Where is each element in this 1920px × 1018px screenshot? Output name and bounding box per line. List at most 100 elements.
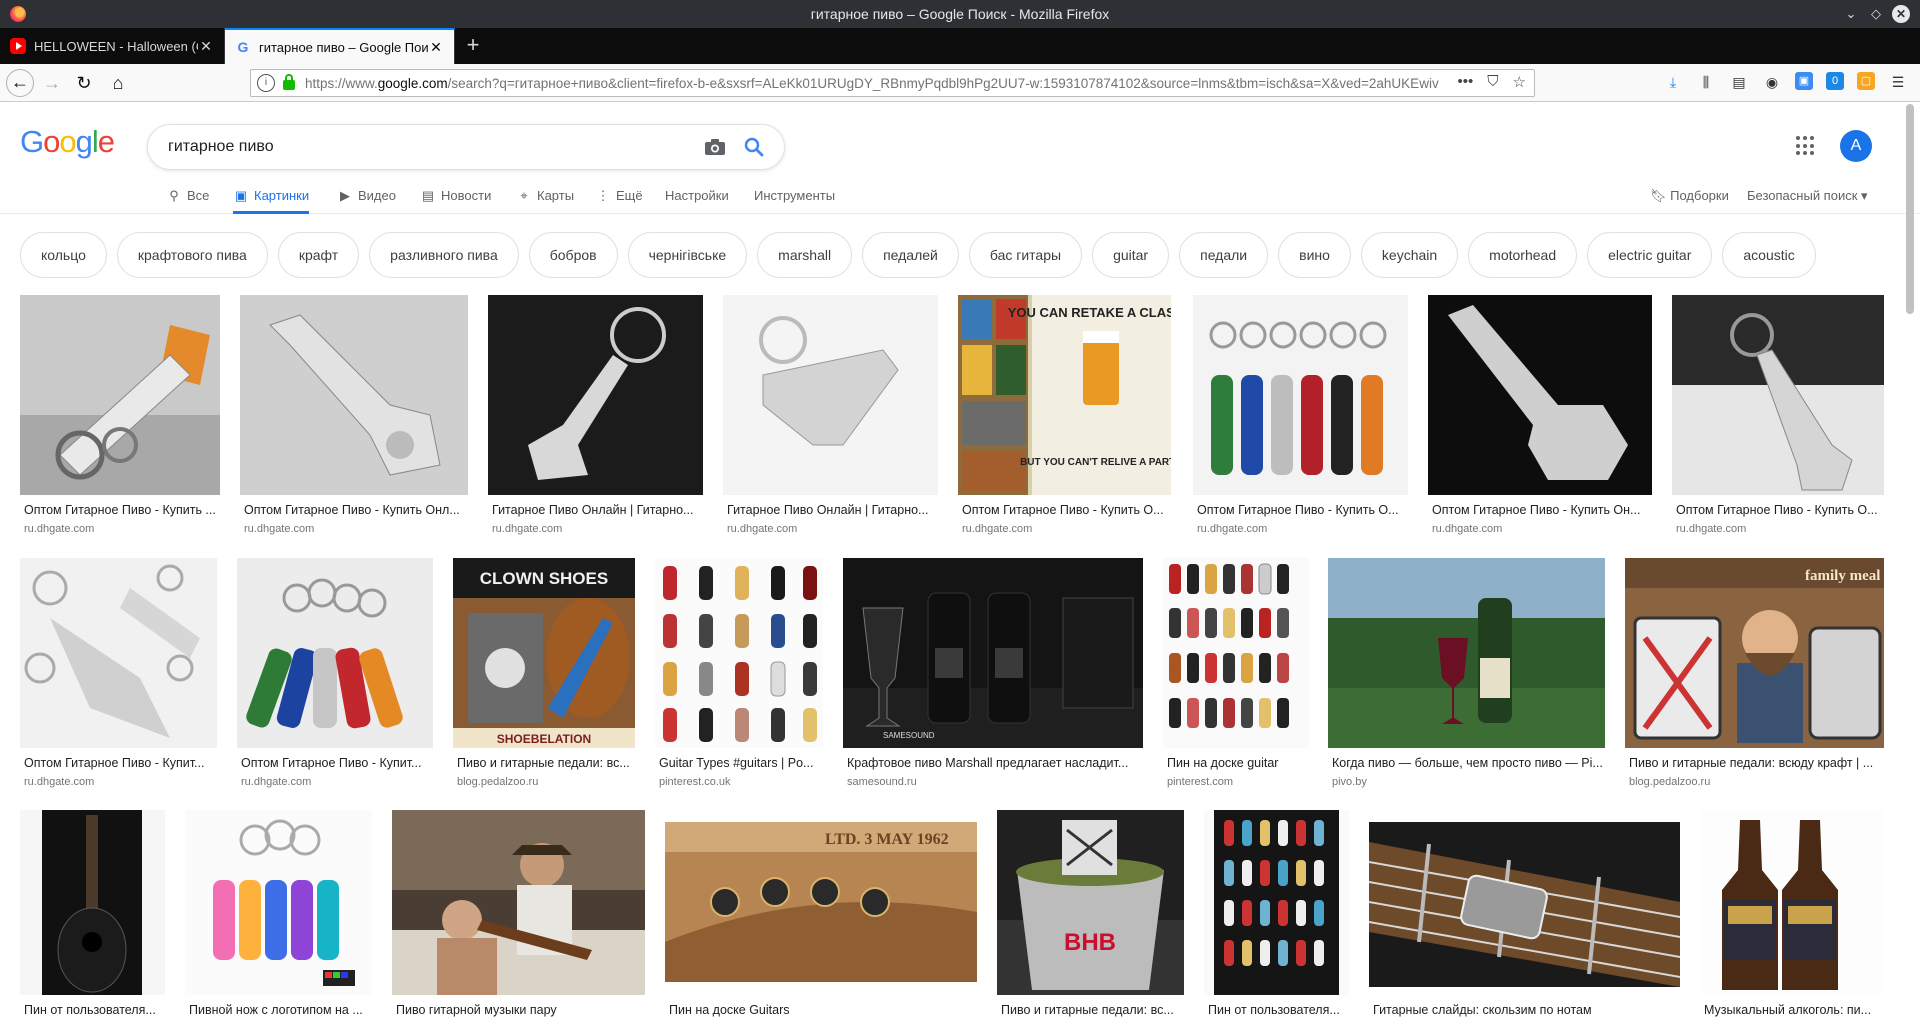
tab-all[interactable]: ⚲ Все: [166, 178, 209, 214]
chip[interactable]: чернігівське: [627, 232, 748, 278]
result-caption: Гитарные слайды: скользим по нотам: [1373, 1003, 1592, 1017]
bookmark-star-icon[interactable]: ☆: [1513, 73, 1526, 91]
search-tabs: ⚲ Все ▣ Картинки ▶ Видео ▤ Новости ⌖ Карты ⋮ Е…: [0, 178, 1920, 214]
extension-blue-icon[interactable]: ▣: [1795, 72, 1813, 90]
close-window-icon[interactable]: ✕: [1892, 5, 1910, 23]
result-thumbnail[interactable]: [1672, 295, 1884, 495]
result-thumbnail[interactable]: LTD. 3 MAY 1962: [665, 822, 977, 982]
chip[interactable]: electric guitar: [1587, 232, 1713, 278]
result-thumbnail[interactable]: [20, 295, 220, 495]
tab-label: гитарное пиво – Google Поиск: [259, 39, 428, 55]
result-thumbnail[interactable]: [1193, 295, 1408, 495]
chip[interactable]: крафт: [277, 232, 360, 278]
result-thumbnail[interactable]: BHB: [997, 810, 1184, 995]
chip[interactable]: marshall: [757, 232, 853, 278]
result-caption: Оптом Гитарное Пиво - Купит...: [241, 756, 422, 770]
result-thumbnail[interactable]: [488, 295, 703, 495]
result-thumbnail[interactable]: SAMESOUND: [843, 558, 1143, 748]
page-scrollbar[interactable]: [1906, 104, 1914, 314]
chip[interactable]: педали: [1179, 232, 1269, 278]
new-tab-button[interactable]: +: [455, 28, 491, 64]
window-title: гитарное пиво – Google Поиск - Mozilla F…: [810, 6, 1110, 22]
chip[interactable]: бас гитары: [968, 232, 1083, 278]
google-apps-icon[interactable]: [1796, 136, 1816, 156]
chip[interactable]: motorhead: [1468, 232, 1578, 278]
avatar[interactable]: A: [1840, 130, 1872, 162]
safesearch-dropdown[interactable]: Безопасный поиск ▾: [1747, 182, 1868, 210]
result-thumbnail[interactable]: [1328, 558, 1605, 748]
url-text[interactable]: https://www.google.com/search?q=гитарное…: [305, 76, 1455, 91]
result-thumbnail[interactable]: [1163, 558, 1309, 748]
tab-more[interactable]: ⋮ Ещё: [595, 178, 643, 214]
home-button[interactable]: ⌂: [104, 69, 132, 97]
collections-link[interactable]: 🔖︎ Подборки: [1650, 182, 1729, 210]
chip[interactable]: педалей: [862, 232, 959, 278]
result-source: ru.dhgate.com: [24, 523, 95, 535]
pocket-icon[interactable]: ⛉: [1487, 73, 1498, 91]
extension-badge-icon[interactable]: 0: [1826, 72, 1844, 90]
tab-google-search[interactable]: G гитарное пиво – Google Поиск ✕: [225, 28, 455, 64]
library-icon[interactable]: ⫼: [1696, 72, 1716, 92]
minimize-icon[interactable]: ⌄: [1841, 4, 1861, 24]
reload-button[interactable]: ↻: [70, 69, 98, 97]
site-info-icon[interactable]: i: [257, 74, 275, 92]
result-source: pivo.by: [1332, 776, 1367, 788]
result-source: ru.dhgate.com: [727, 523, 798, 535]
tab-news[interactable]: ▤ Новости: [420, 178, 491, 214]
chip[interactable]: acoustic: [1722, 232, 1816, 278]
chip[interactable]: keychain: [1360, 232, 1459, 278]
close-tab-icon[interactable]: ✕: [198, 38, 214, 55]
result-caption: Пин от пользователя...: [1208, 1003, 1340, 1017]
result-thumbnail[interactable]: [1369, 822, 1680, 987]
tab-video[interactable]: ▶ Видео: [337, 178, 396, 214]
tab-maps[interactable]: ⌖ Карты: [516, 178, 574, 214]
chip[interactable]: guitar: [1092, 232, 1170, 278]
account-icon[interactable]: ◉: [1762, 72, 1782, 92]
sidebar-icon[interactable]: ▤: [1729, 72, 1749, 92]
menu-hamburger-icon[interactable]: ☰: [1888, 72, 1908, 92]
result-thumbnail[interactable]: [185, 810, 372, 995]
forward-button[interactable]: →: [38, 69, 66, 97]
result-thumbnail[interactable]: [237, 558, 433, 748]
chip[interactable]: вино: [1278, 232, 1351, 278]
chip[interactable]: кольцо: [20, 232, 107, 278]
tab-images[interactable]: ▣ Картинки: [233, 178, 310, 214]
search-box[interactable]: гитарное пиво: [147, 124, 785, 170]
video-icon: ▶: [340, 188, 350, 203]
google-logo[interactable]: Google: [20, 124, 115, 160]
downloads-icon[interactable]: ⤓: [1663, 72, 1683, 92]
result-thumbnail[interactable]: [20, 558, 217, 748]
restore-icon[interactable]: ◇: [1866, 4, 1886, 24]
back-button[interactable]: ←: [6, 69, 34, 97]
result-thumbnail[interactable]: [723, 295, 938, 495]
search-icon[interactable]: [742, 135, 766, 159]
result-thumbnail[interactable]: [655, 558, 823, 748]
result-thumbnail[interactable]: YOU CAN RETAKE A CLASS... BUT YOU CAN'T …: [958, 295, 1171, 495]
chip[interactable]: бобров: [528, 232, 618, 278]
result-caption: Оптом Гитарное Пиво - Купить Онл...: [244, 503, 460, 517]
result-source: samesound.ru: [847, 776, 917, 788]
close-tab-icon[interactable]: ✕: [428, 39, 444, 56]
search-input[interactable]: гитарное пиво: [168, 138, 274, 156]
watermark-text: SAMESOUND: [883, 731, 935, 740]
tab-settings[interactable]: Настройки: [665, 178, 729, 214]
tab-tools[interactable]: Инструменты: [754, 178, 835, 214]
camera-icon[interactable]: [704, 138, 726, 156]
result-thumbnail[interactable]: [20, 810, 165, 995]
result-thumbnail[interactable]: family meal: [1625, 558, 1884, 748]
chip[interactable]: разливного пива: [369, 232, 519, 278]
extension-orange-icon[interactable]: ▢: [1857, 72, 1875, 90]
page-actions-icon[interactable]: •••: [1458, 73, 1474, 91]
result-thumbnail[interactable]: [1700, 810, 1884, 995]
result-caption: Оптом Гитарное Пиво - Купит...: [24, 756, 205, 770]
result-caption: Пивной нож с логотипом на ...: [189, 1003, 363, 1017]
result-thumbnail[interactable]: [1204, 810, 1349, 995]
result-thumbnail[interactable]: [240, 295, 468, 495]
result-thumbnail[interactable]: CLOWN SHOES SHOEBELATION: [453, 558, 635, 748]
address-bar[interactable]: i https://www.google.com/search?q=гитарн…: [250, 69, 1535, 97]
result-thumbnail[interactable]: [392, 810, 645, 995]
news-icon: ▤: [421, 188, 435, 203]
tab-helloween[interactable]: HELLOWEEN - Halloween (O ✕: [0, 28, 225, 64]
chip[interactable]: крафтового пива: [116, 232, 268, 278]
result-thumbnail[interactable]: [1428, 295, 1652, 495]
